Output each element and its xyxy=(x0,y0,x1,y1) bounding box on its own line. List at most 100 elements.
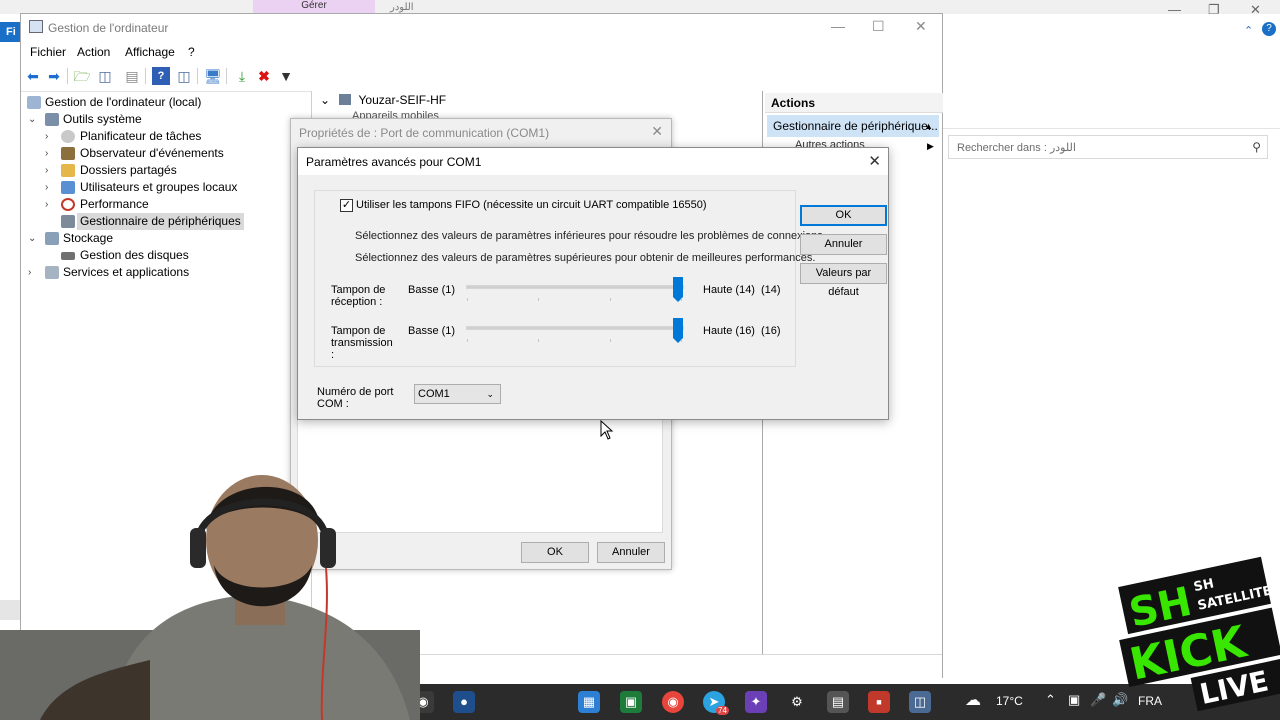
windows-start-icon[interactable] xyxy=(12,693,30,711)
weather-icon[interactable]: ☁ xyxy=(965,690,981,710)
fifo-checkbox-label[interactable]: Utiliser les tampons FIFO (nécessite un … xyxy=(356,199,707,211)
computer-management-task-icon[interactable]: ◫ xyxy=(909,691,931,713)
receive-low-label: Basse (1) xyxy=(408,284,456,296)
receive-buffer-label: Tampon de réception : xyxy=(331,284,386,308)
collapse-triangle-icon[interactable]: ▲ xyxy=(924,115,933,137)
fifo-checkbox[interactable]: ✓ xyxy=(340,199,353,212)
computer-node[interactable]: ⌄ Youzar-SEIF-HF xyxy=(320,93,446,107)
calculator-icon[interactable]: ▦ xyxy=(578,691,600,713)
restore-icon[interactable]: ❐ xyxy=(1208,2,1220,18)
collapsed-chevron-icon[interactable]: › xyxy=(45,145,55,162)
up-folder-icon[interactable]: 🗁 xyxy=(73,67,91,85)
actions-device-manager[interactable]: Gestionnaire de périphérique... ▲ xyxy=(767,115,939,137)
advanced-cancel-button[interactable]: Annuler xyxy=(800,234,887,255)
tree-task-scheduler[interactable]: › Planificateur de tâches xyxy=(45,128,305,145)
transmit-slider-thumb[interactable] xyxy=(673,318,683,343)
restore-defaults-button[interactable]: Valeurs par défaut xyxy=(800,263,887,298)
expanded-chevron-icon[interactable]: ⌄ xyxy=(320,93,330,107)
search-box[interactable]: Rechercher dans : اللودر ⚲ xyxy=(948,135,1268,159)
tree-system-tools[interactable]: ⌄ Outils système xyxy=(27,111,307,128)
actions-device-manager-label: Gestionnaire de périphérique... xyxy=(773,119,938,133)
scan-hardware-icon[interactable]: 🖥 xyxy=(204,67,222,85)
forward-icon[interactable]: ➡ xyxy=(45,67,63,85)
uninstall-icon[interactable]: ✖ xyxy=(255,67,273,85)
temperature[interactable]: 17°C xyxy=(996,694,1023,708)
file-tab[interactable]: Fi xyxy=(0,22,20,42)
mmc-minimize-icon[interactable]: — xyxy=(831,18,845,34)
explorer-window-icon[interactable]: ▤ xyxy=(827,691,849,713)
properties-list-icon[interactable]: ▤ xyxy=(123,67,141,85)
tree-services-apps[interactable]: › Services et applications xyxy=(27,264,307,281)
advanced-close-icon[interactable]: ✕ xyxy=(868,152,881,170)
collapsed-chevron-icon[interactable]: › xyxy=(45,179,55,196)
back-icon[interactable]: ⬅ xyxy=(24,67,42,85)
collapsed-chevron-icon[interactable]: › xyxy=(45,196,55,213)
app-red-icon[interactable]: ■ xyxy=(868,691,890,713)
receive-slider-thumb[interactable] xyxy=(673,277,683,302)
disk-icon xyxy=(61,252,75,260)
gerer-tab[interactable]: Gérer xyxy=(253,0,375,14)
console-tree-icon[interactable]: ◫ xyxy=(96,67,114,85)
minimize-icon[interactable]: — xyxy=(1168,2,1181,17)
submenu-arrow-icon[interactable]: ▶ xyxy=(927,141,934,152)
tree-device-manager[interactable]: Gestionnaire de périphériques xyxy=(45,213,305,230)
search-icon[interactable]: ⚲ xyxy=(1252,140,1261,154)
help-book-icon[interactable]: ? xyxy=(152,67,170,85)
tree-performance[interactable]: › Performance xyxy=(45,196,305,213)
receive-buffer-slider[interactable] xyxy=(466,277,684,302)
show-hide-pane-icon[interactable]: ◫ xyxy=(175,67,193,85)
computer-management-icon xyxy=(29,20,43,33)
toolbar-separator xyxy=(67,68,68,84)
expanded-chevron-icon[interactable]: ⌄ xyxy=(28,111,38,128)
network-icon[interactable]: ▣ xyxy=(1068,692,1080,708)
background-ribbon xyxy=(942,14,1280,129)
chevron-down-icon[interactable]: ⌄ xyxy=(486,385,494,403)
com-port-value: COM1 xyxy=(418,388,450,400)
actions-header: Actions xyxy=(765,93,943,113)
users-icon xyxy=(61,181,75,194)
update-driver-icon[interactable]: ⤓ xyxy=(233,67,251,85)
menu-action[interactable]: Action xyxy=(77,45,110,59)
info-low-values: Sélectionnez des valeurs de paramètres i… xyxy=(355,230,826,242)
device-manager-icon xyxy=(61,215,75,228)
expanded-chevron-icon[interactable]: ⌄ xyxy=(28,230,38,247)
camera-app-icon[interactable]: ● xyxy=(453,691,475,713)
advanced-settings-dialog: Paramètres avancés pour COM1 ✕ ✓ Utilise… xyxy=(297,147,889,420)
search-input[interactable]: Rechercher dans : اللودر xyxy=(957,141,1076,154)
chrome-icon[interactable]: ◉ xyxy=(662,691,684,713)
tree-local-users[interactable]: › Utilisateurs et groupes locaux xyxy=(45,179,305,196)
collapsed-chevron-icon[interactable]: › xyxy=(28,264,38,281)
advanced-ok-button[interactable]: OK xyxy=(800,205,887,226)
mmc-maximize-icon[interactable]: ☐ xyxy=(872,18,885,35)
properties-cancel-button[interactable]: Annuler xyxy=(597,542,665,563)
tray-chevron-icon[interactable]: ⌃ xyxy=(1045,692,1056,708)
close-icon[interactable]: ✕ xyxy=(1250,2,1261,18)
properties-close-icon[interactable]: ✕ xyxy=(651,123,663,140)
transmit-low-label: Basse (1) xyxy=(408,325,456,337)
collapsed-chevron-icon[interactable]: › xyxy=(45,162,55,179)
device-app-icon[interactable]: ▣ xyxy=(620,691,642,713)
settings-gear-icon[interactable]: ⚙ xyxy=(786,691,808,713)
help-icon[interactable]: ? xyxy=(1262,22,1276,36)
mmc-close-icon[interactable]: ✕ xyxy=(915,18,927,35)
tree-storage[interactable]: ⌄ Stockage xyxy=(27,230,307,247)
computer-node-label: Youzar-SEIF-HF xyxy=(358,93,447,107)
computer-icon xyxy=(339,94,352,105)
menu-help[interactable]: ? xyxy=(188,45,195,59)
tree-shared-folders[interactable]: › Dossiers partagés xyxy=(45,162,305,179)
transmit-value-label: (16) xyxy=(761,325,781,337)
app-star-icon[interactable]: ✦ xyxy=(745,691,767,713)
obs-icon[interactable]: ◉ xyxy=(412,691,434,713)
tree-disk-management[interactable]: Gestion des disques xyxy=(45,247,305,264)
chevron-up-icon[interactable]: ⌃ xyxy=(1244,24,1253,37)
transmit-buffer-slider[interactable] xyxy=(466,318,684,343)
menu-affichage[interactable]: Affichage xyxy=(125,45,175,59)
properties-ok-button[interactable]: OK xyxy=(521,542,589,563)
tree-event-viewer[interactable]: › Observateur d'événements xyxy=(45,145,305,162)
microphone-icon[interactable]: 🎤 xyxy=(1090,692,1106,708)
tree-root[interactable]: Gestion de l'ordinateur (local) xyxy=(27,94,307,111)
disable-device-icon[interactable]: ▼ xyxy=(277,67,295,85)
collapsed-chevron-icon[interactable]: › xyxy=(45,128,55,145)
com-port-select[interactable]: COM1 ⌄ xyxy=(414,384,501,404)
menu-fichier[interactable]: Fichier xyxy=(30,45,66,59)
